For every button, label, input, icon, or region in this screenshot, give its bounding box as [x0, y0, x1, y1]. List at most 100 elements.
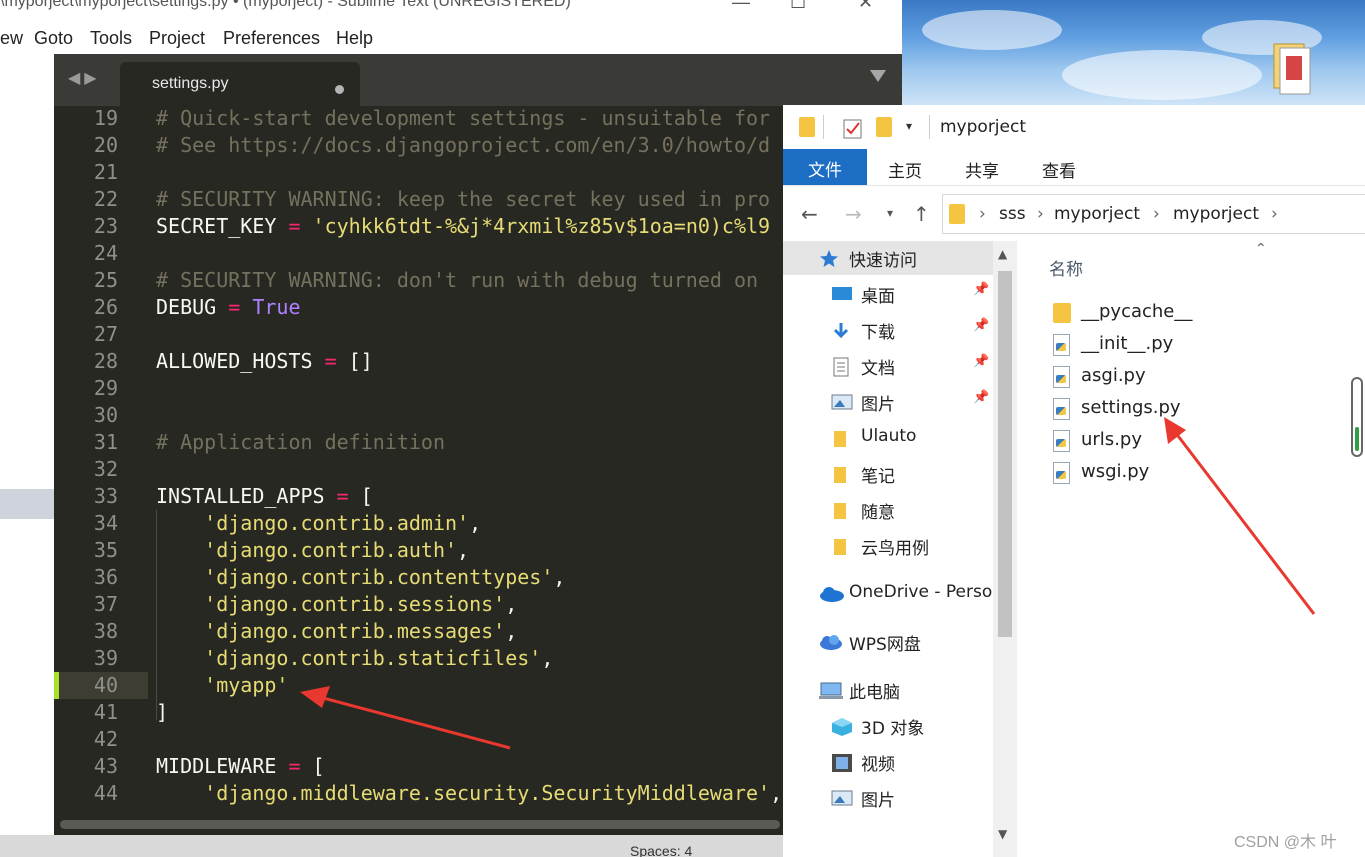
code-line[interactable]: 'django.contrib.contenttypes', [156, 565, 565, 589]
menu-preferences[interactable]: Preferences [223, 28, 320, 49]
sidebar-item-14[interactable]: 视频 [783, 745, 993, 779]
code-line[interactable]: MIDDLEWARE = [ [156, 754, 325, 778]
code-line[interactable]: 'myapp' [156, 673, 288, 697]
unsaved-dot-icon[interactable] [335, 85, 344, 94]
forward-arrow-icon[interactable]: → [845, 202, 862, 226]
pin-icon[interactable]: 📌 [973, 390, 989, 405]
cube-icon [831, 717, 852, 736]
list-item[interactable]: settings.py [1049, 395, 1329, 425]
code-line[interactable]: 'django.contrib.admin', [156, 511, 481, 535]
breadcrumb-myporject[interactable]: myporject [1054, 204, 1140, 224]
line-number: 23 [93, 214, 118, 238]
code-line[interactable]: 'django.contrib.messages', [156, 619, 517, 643]
code-line[interactable]: # See https://docs.djangoproject.com/en/… [156, 133, 770, 157]
sidebar-item-10[interactable]: OneDrive - Perso [783, 577, 993, 611]
code-line[interactable]: INSTALLED_APPS = [ [156, 484, 373, 508]
breadcrumb-separator-icon[interactable]: › [1271, 204, 1278, 224]
code-line[interactable]: ] [156, 700, 168, 724]
menu-tools[interactable]: Tools [90, 28, 132, 49]
python-file-icon [1053, 430, 1070, 452]
indentation-status[interactable]: Spaces: 4 [630, 843, 692, 857]
list-item[interactable]: wsgi.py [1049, 459, 1329, 489]
breadcrumb-myporject-current[interactable]: myporject [1173, 204, 1259, 224]
sidebar-item-8[interactable]: 随意 [783, 493, 993, 527]
sidebar-item-label: 随意 [861, 503, 895, 523]
menu-view[interactable]: ew [0, 28, 23, 49]
tab-file[interactable]: 文件 [783, 149, 867, 185]
scroll-down-icon[interactable]: ▼ [998, 827, 1007, 841]
tab-nav-arrows-icon[interactable]: ◀▶ [68, 68, 101, 87]
content-scrollbar[interactable] [1351, 377, 1363, 457]
minimize-icon[interactable]: — [732, 0, 750, 13]
desktop-file-icon[interactable] [1272, 42, 1312, 98]
list-item[interactable]: urls.py [1049, 427, 1329, 457]
back-arrow-icon[interactable]: ← [801, 202, 818, 226]
line-number: 24 [93, 241, 118, 265]
horizontal-scrollbar[interactable] [54, 816, 902, 835]
list-item[interactable]: __pycache__ [1049, 299, 1329, 329]
list-item[interactable]: __init__.py [1049, 331, 1329, 361]
code-line[interactable]: SECRET_KEY = 'cyhkk6tdt-%&j*4rxmil%z85v$… [156, 214, 770, 238]
python-file-icon [1053, 398, 1070, 420]
chevron-down-icon[interactable]: ▾ [906, 119, 912, 133]
tab-settings-py[interactable]: settings.py [120, 62, 360, 106]
maximize-icon[interactable]: ☐ [790, 0, 806, 13]
code-line[interactable]: 'django.middleware.security.SecurityMidd… [156, 781, 782, 805]
tab-share[interactable]: 共享 [965, 157, 999, 182]
nav-scrollbar[interactable]: ▲ ▼ [993, 241, 1017, 857]
sidebar-item-4[interactable]: 文档 📌 [783, 349, 993, 383]
up-arrow-icon[interactable]: ↑ [913, 202, 930, 226]
line-number: 39 [93, 646, 118, 670]
code-line[interactable]: # Application definition [156, 430, 445, 454]
sidebar-item-3[interactable]: 下载 📌 [783, 313, 993, 347]
code-line[interactable]: 'django.contrib.sessions', [156, 592, 517, 616]
sidebar-item-6[interactable]: Ulauto [783, 421, 993, 455]
breadcrumb-sss[interactable]: sss [999, 204, 1026, 224]
column-header-name[interactable]: 名称 [1049, 255, 1083, 280]
sidebar-item-label: WPS网盘 [849, 635, 921, 655]
new-folder-icon[interactable] [876, 117, 892, 137]
code-line[interactable]: # SECURITY WARNING: keep the secret key … [156, 187, 770, 211]
code-line[interactable]: DEBUG = True [156, 295, 301, 319]
sidebar-item-15[interactable]: 图片 [783, 781, 993, 815]
navigation-pane: 快速访问 桌面 📌 下载 📌 文档 📌 图片 📌 Ulauto 笔记 随意 云鸟用例 OneDrive -… [783, 241, 1019, 857]
status-bar: Spaces: 4 [0, 835, 902, 857]
code-line[interactable]: 'django.contrib.auth', [156, 538, 469, 562]
address-bar[interactable]: › sss › myporject › myporject › [942, 194, 1365, 234]
code-line[interactable]: 'django.contrib.staticfiles', [156, 646, 553, 670]
sort-caret-icon[interactable]: ⌃ [1255, 241, 1267, 257]
scroll-up-icon[interactable]: ▲ [998, 247, 1007, 261]
menu-goto[interactable]: Goto [34, 28, 73, 49]
tab-list-chevron-icon[interactable] [870, 70, 886, 82]
file-name: wsgi.py [1081, 461, 1150, 482]
sidebar-item-9[interactable]: 云鸟用例 [783, 529, 993, 563]
sidebar-item-11[interactable]: WPS网盘 [783, 625, 993, 659]
tab-view[interactable]: 查看 [1042, 157, 1076, 182]
close-icon[interactable]: ✕ [858, 0, 873, 13]
properties-icon[interactable] [843, 117, 863, 139]
menu-help[interactable]: Help [336, 28, 373, 49]
sidebar-item-12[interactable]: 此电脑 [783, 673, 993, 707]
code-editor[interactable]: 19 # Quick-start development settings - u… [54, 106, 902, 816]
list-item[interactable]: asgi.py [1049, 363, 1329, 393]
sidebar-item-2[interactable]: 桌面 📌 [783, 277, 993, 311]
code-line[interactable]: # SECURITY WARNING: don't run with debug… [156, 268, 758, 292]
breadcrumb-separator-icon[interactable]: › [1037, 204, 1044, 224]
code-line[interactable]: # Quick-start development settings - uns… [156, 106, 770, 130]
pin-icon[interactable]: 📌 [973, 282, 989, 297]
breadcrumb-separator-icon[interactable]: › [979, 204, 986, 224]
sidebar-item-13[interactable]: 3D 对象 [783, 709, 993, 743]
quick-access-toolbar: ▾ myporject [783, 105, 1365, 149]
tab-home[interactable]: 主页 [888, 157, 922, 182]
sidebar-item-5[interactable]: 图片 📌 [783, 385, 993, 419]
menu-project[interactable]: Project [149, 28, 205, 49]
recent-chevron-icon[interactable]: ▾ [887, 206, 893, 220]
code-line[interactable]: ALLOWED_HOSTS = [] [156, 349, 373, 373]
folder-icon [1053, 303, 1071, 323]
sidebar-item-7[interactable]: 笔记 [783, 457, 993, 491]
sidebar-item-1[interactable]: 快速访问 [783, 241, 993, 275]
sidebar-item-label: 下载 [861, 323, 895, 343]
pin-icon[interactable]: 📌 [973, 354, 989, 369]
breadcrumb-separator-icon[interactable]: › [1153, 204, 1160, 224]
pin-icon[interactable]: 📌 [973, 318, 989, 333]
